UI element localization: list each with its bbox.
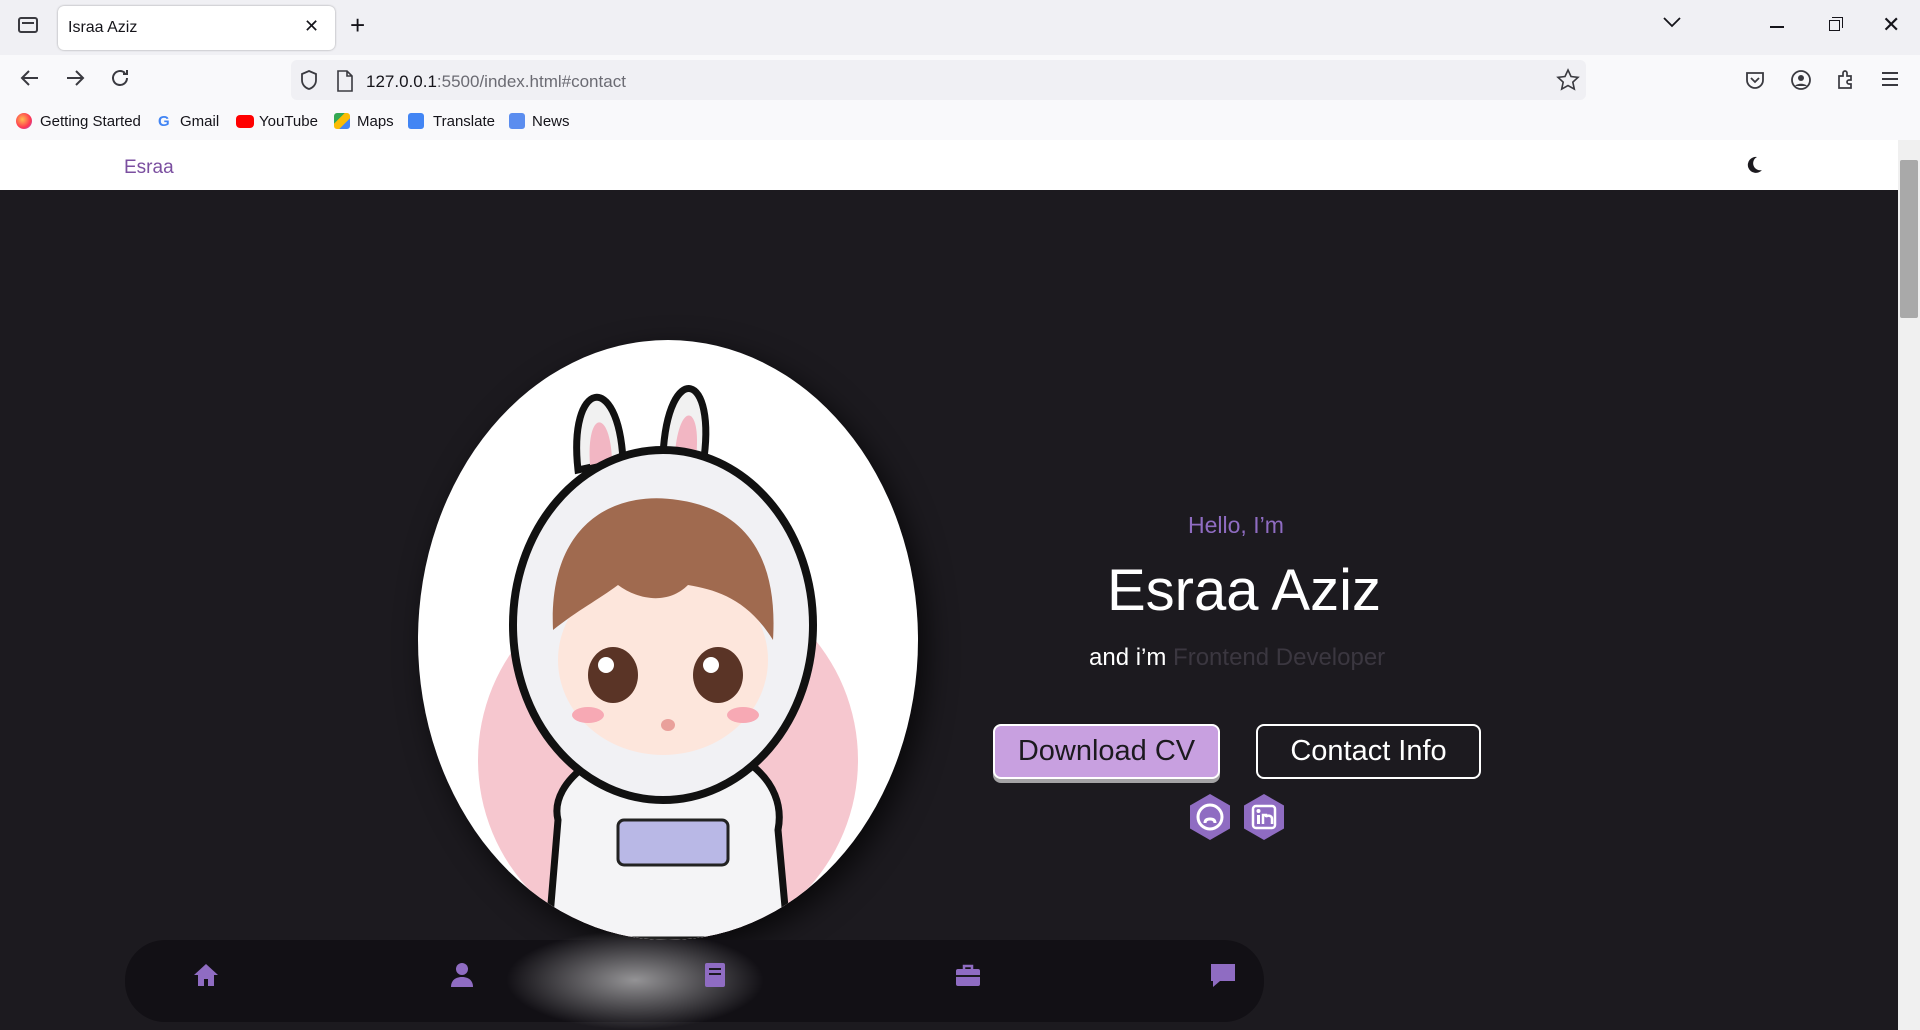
site-logo[interactable]: Esraa xyxy=(124,157,174,179)
scrollbar-thumb[interactable] xyxy=(1900,160,1918,318)
hero-name: Esraa Aziz xyxy=(1107,558,1381,623)
maps-icon xyxy=(334,113,350,129)
site-header xyxy=(0,140,1898,190)
new-tab-icon[interactable]: + xyxy=(350,10,365,41)
bookmark-youtube[interactable]: YouTube xyxy=(259,113,318,130)
minimize-icon[interactable] xyxy=(1770,26,1784,28)
bookmark-maps[interactable]: Maps xyxy=(357,113,394,130)
tab-overview-icon[interactable] xyxy=(18,17,38,33)
home-icon[interactable] xyxy=(191,960,221,990)
news-icon xyxy=(509,113,525,129)
extensions-icon[interactable] xyxy=(1835,69,1857,96)
google-icon: G xyxy=(158,113,170,130)
greeting-text: Hello, I’m xyxy=(1188,512,1284,538)
url-text[interactable]: 127.0.0.1:5500/index.html#contact xyxy=(366,72,626,92)
user-icon[interactable] xyxy=(447,960,477,990)
pocket-icon[interactable] xyxy=(1744,69,1766,96)
reload-icon[interactable] xyxy=(108,66,132,96)
youtube-icon xyxy=(236,115,254,128)
bookmark-gmail[interactable]: Gmail xyxy=(180,113,219,130)
moon-icon[interactable] xyxy=(1744,155,1764,175)
bookmark-news[interactable]: News xyxy=(532,113,570,130)
forward-icon[interactable] xyxy=(63,66,87,96)
back-icon[interactable] xyxy=(18,66,42,96)
window-close-icon[interactable]: ✕ xyxy=(1882,12,1900,38)
list-all-tabs-icon[interactable] xyxy=(1663,15,1681,33)
role-typed-text: Frontend Developer xyxy=(1173,644,1386,671)
account-icon[interactable] xyxy=(1790,69,1812,96)
chat-icon[interactable] xyxy=(1208,960,1238,990)
restore-icon[interactable] xyxy=(1829,17,1843,31)
role-line: and i’m Frontend Developer xyxy=(1089,644,1386,671)
github-icon[interactable] xyxy=(1186,793,1234,841)
book-icon[interactable] xyxy=(700,960,730,990)
tab-close-icon[interactable]: ✕ xyxy=(304,16,319,37)
app-menu-icon[interactable] xyxy=(1880,70,1900,93)
bookmark-translate[interactable]: Translate xyxy=(433,113,495,130)
bookmark-getting-started[interactable]: Getting Started xyxy=(40,113,141,130)
tracking-protection-icon[interactable] xyxy=(298,69,320,96)
bookmark-star-icon[interactable] xyxy=(1556,68,1580,97)
linkedin-icon[interactable] xyxy=(1240,793,1288,841)
briefcase-icon[interactable] xyxy=(953,960,983,990)
page-info-icon[interactable] xyxy=(336,70,354,97)
profile-picture xyxy=(418,340,918,940)
firefox-icon xyxy=(16,113,32,129)
translate-icon xyxy=(408,113,424,129)
download-cv-button[interactable]: Download CV xyxy=(993,724,1220,779)
tab-title: Israa Aziz xyxy=(68,19,138,36)
hero-section xyxy=(0,190,1898,1030)
contact-info-button[interactable]: Contact Info xyxy=(1256,724,1481,779)
